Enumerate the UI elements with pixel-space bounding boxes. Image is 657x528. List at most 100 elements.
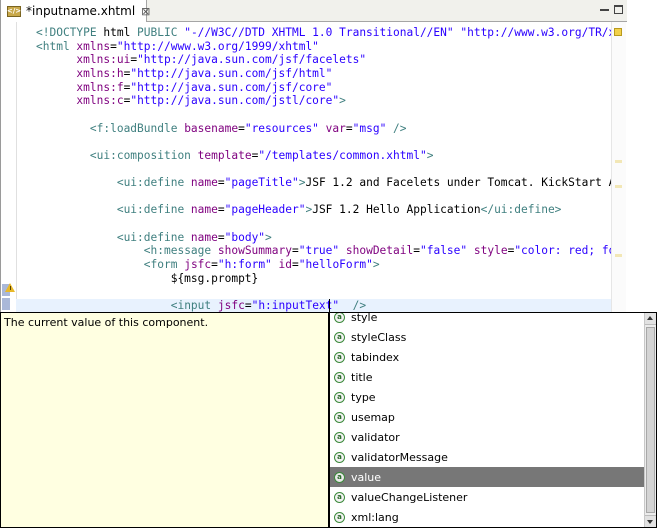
code-token: "http://www.w3.org/TR/xht xyxy=(460,26,611,39)
code-token: ${msg.prompt} xyxy=(36,271,259,285)
editor-tab-bar: </> *inputname.xhtml ⊠ xyxy=(1,0,627,22)
code-token: "/templates/common.xhtml" xyxy=(258,148,427,162)
content-assist-list[interactable]: a style a styleClass a tabindex a title a type a us… xyxy=(330,313,644,527)
close-icon[interactable]: ⊠ xyxy=(141,6,150,17)
proposal-item-style[interactable]: a style xyxy=(330,313,644,327)
attribute-icon: a xyxy=(334,431,345,443)
code-line[interactable]: <ui:composition template="/templates/com… xyxy=(36,148,434,163)
proposal-item-tabindex[interactable]: a tabindex xyxy=(330,347,644,367)
code-token: <h:message xyxy=(143,244,218,258)
attribute-icon: a xyxy=(334,391,345,403)
change-marker xyxy=(2,298,10,310)
code-line[interactable]: <h:message showSummary="true" showDetail… xyxy=(36,244,611,258)
content-assist-popup[interactable]: a style a styleClass a tabindex a title a type a us… xyxy=(329,312,657,528)
tab-inputname-xhtml[interactable]: </> *inputname.xhtml ⊠ xyxy=(1,0,150,22)
code-line[interactable]: xmlns:ui="http://java.sun.com/jsf/facele… xyxy=(36,53,366,67)
code-line[interactable]: <html xmlns="http://www.w3.org/1999/xhtm… xyxy=(36,40,319,54)
code-token: xmlns:ui xyxy=(76,53,131,67)
proposal-item-title[interactable]: a title xyxy=(330,367,644,387)
proposal-item-usemap[interactable]: a usemap xyxy=(330,407,644,427)
code-token: "-//W3C//DTD XHTML 1.0 Transitional//EN" xyxy=(184,26,461,39)
code-token: = xyxy=(345,121,353,135)
code-line[interactable]: xmlns:c="http://java.sun.com/jstl/core"> xyxy=(36,94,345,108)
code-line[interactable]: <form jsfc="h:form" id="helloForm"> xyxy=(36,258,380,272)
proposal-item-validator[interactable]: a validator xyxy=(330,427,644,447)
code-area[interactable]: <!DOCTYPE html PUBLIC "-//W3C//DTD XHTML… xyxy=(16,22,611,312)
maximize-icon[interactable] xyxy=(614,5,623,14)
code-token: "resources" xyxy=(244,121,326,135)
annotation-ruler[interactable] xyxy=(2,22,17,312)
attribute-icon: a xyxy=(334,411,345,423)
xhtml-editor: </> *inputname.xhtml ⊠ <!DOCTYPE html PU… xyxy=(0,0,627,312)
overview-marker[interactable] xyxy=(615,160,622,163)
code-token: /> xyxy=(352,299,367,312)
proposal-label: value xyxy=(351,470,382,484)
code-token: = xyxy=(413,244,420,258)
attribute-icon: a xyxy=(334,331,345,343)
proposal-item-xml-lang[interactable]: a xml:lang xyxy=(330,507,644,527)
code-line[interactable]: <input jsfc="h:inputText" /> xyxy=(36,299,366,312)
minimize-icon[interactable] xyxy=(600,5,609,11)
code-token: id xyxy=(278,258,293,272)
documentation-text: The current value of this component. xyxy=(4,316,209,329)
overview-marker[interactable] xyxy=(615,185,622,188)
code-token: "true" xyxy=(298,244,346,258)
code-token: <f:loadBundle xyxy=(89,121,185,135)
code-token: "pageHeader" xyxy=(224,203,306,217)
overview-marker[interactable] xyxy=(615,254,622,257)
proposal-label: validatorMessage xyxy=(351,450,448,464)
code-line[interactable]: ${msg.prompt} xyxy=(36,271,259,286)
code-line[interactable]: xmlns:f="http://java.sun.com/jsf/core" xyxy=(36,81,332,95)
proposal-item-validatormessage[interactable]: a validatorMessage xyxy=(330,447,644,467)
tab-label: *inputname.xhtml xyxy=(26,4,136,18)
code-line[interactable]: xmlns:h="http://java.sun.com/jsf/html" xyxy=(36,67,332,81)
overview-ruler[interactable] xyxy=(611,22,626,312)
code-token: = xyxy=(291,244,299,258)
code-token: name xyxy=(190,203,218,217)
proposal-item-valuechangelistener[interactable]: a valueChangeListener xyxy=(330,487,644,507)
code-token: </ui:define> xyxy=(480,203,562,217)
code-line[interactable]: <ui:define name="pageTitle">JSF 1.2 and … xyxy=(36,176,611,190)
code-token: > xyxy=(426,148,434,162)
code-token: xmlns:f xyxy=(76,80,124,94)
code-token: "pageTitle" xyxy=(224,176,299,190)
code-token: "h:inputText" xyxy=(251,299,346,312)
code-token: "helloForm" xyxy=(298,258,373,272)
code-token: xmlns:c xyxy=(76,94,124,108)
code-token: basename xyxy=(184,121,239,135)
scroll-down-icon[interactable] xyxy=(645,515,656,527)
scrollbar-thumb[interactable] xyxy=(646,327,655,513)
code-token: jsfc xyxy=(217,299,245,312)
vertical-scrollbar[interactable] xyxy=(644,313,656,527)
code-token: /> xyxy=(393,121,407,135)
code-token: "http://java.sun.com/jstl/core" xyxy=(130,94,340,108)
code-token: showDetail xyxy=(345,244,414,258)
code-token: = xyxy=(244,299,252,312)
code-line[interactable]: <!DOCTYPE html PUBLIC "-//W3C//DTD XHTML… xyxy=(36,26,611,40)
code-token: = xyxy=(217,176,225,190)
scroll-up-icon[interactable] xyxy=(645,313,656,325)
code-token: xmlns:h xyxy=(76,66,124,80)
proposal-label: tabindex xyxy=(351,350,400,364)
proposal-item-styleclass[interactable]: a styleClass xyxy=(330,327,644,347)
attribute-icon: a xyxy=(334,371,345,383)
overview-warning-icon[interactable] xyxy=(614,28,622,36)
proposal-item-value[interactable]: a value xyxy=(330,467,644,487)
code-token: <form xyxy=(143,258,185,272)
proposal-label: valueChangeListener xyxy=(351,490,468,504)
code-token: "msg" xyxy=(352,121,394,135)
proposal-label: validator xyxy=(351,430,400,444)
code-token: PUBLIC xyxy=(137,26,185,39)
code-line[interactable]: <ui:define name="body"> xyxy=(36,231,272,245)
proposal-item-type[interactable]: a type xyxy=(330,387,644,407)
code-token: "h:form" xyxy=(217,258,279,272)
code-line[interactable]: <f:loadBundle basename="resources" var="… xyxy=(36,122,407,136)
code-line[interactable]: <ui:define name="pageHeader">JSF 1.2 Hel… xyxy=(36,203,562,217)
code-token: name xyxy=(190,176,218,190)
